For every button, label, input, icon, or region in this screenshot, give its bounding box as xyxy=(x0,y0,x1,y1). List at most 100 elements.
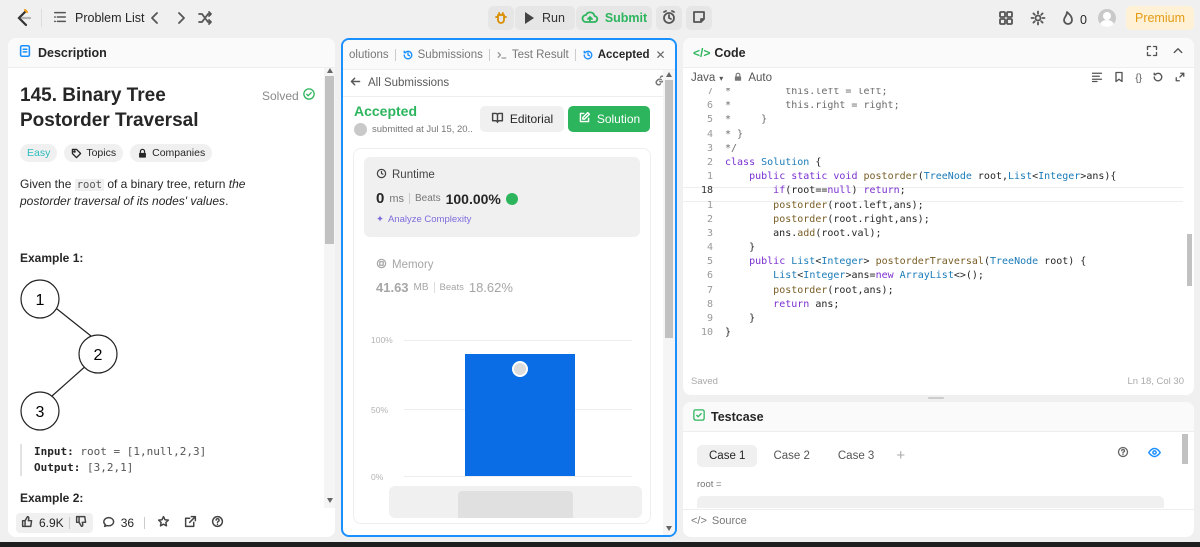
scroll-down-arrow xyxy=(666,526,672,531)
description-header: Description xyxy=(8,38,335,68)
tree-node-label: 3 xyxy=(36,404,45,421)
tab-code[interactable]: Code xyxy=(714,46,745,60)
taskbar-edge xyxy=(0,542,1200,547)
streak-count: 0 xyxy=(1080,12,1087,27)
clock-icon xyxy=(376,168,387,182)
alarm-button[interactable] xyxy=(656,6,682,30)
tab-label: Test Result xyxy=(511,48,569,61)
chevron-up-icon[interactable] xyxy=(1172,45,1184,60)
tab-testcase[interactable]: Testcase xyxy=(711,410,764,424)
submission-scrollbar[interactable] xyxy=(663,70,675,535)
runtime-unit: ms xyxy=(389,192,405,205)
line-number: 8 xyxy=(706,298,713,310)
line-number: 2 xyxy=(706,156,713,168)
scrollbar-thumb[interactable] xyxy=(665,80,673,338)
line-number: 5 xyxy=(706,256,713,268)
input-label: Input: xyxy=(34,445,74,458)
memory-icon xyxy=(376,258,387,272)
code-toolbar: Java ▾ Auto {} xyxy=(683,68,1194,88)
analyze-label: Analyze Complexity xyxy=(387,214,472,225)
editorial-button[interactable]: Editorial xyxy=(480,106,564,132)
case-3-tab[interactable]: Case 3 xyxy=(826,445,886,467)
runtime-stats: 0 ms Beats 100.00% xyxy=(376,190,518,207)
thumbs-down-icon[interactable] xyxy=(75,515,88,531)
leetcode-logo[interactable] xyxy=(14,8,34,28)
resize-handle[interactable] xyxy=(928,397,944,399)
root-input-field[interactable] xyxy=(697,496,1164,508)
terminal-icon xyxy=(497,51,507,59)
submission-tabs: olutions Submissions Test Result Accepte… xyxy=(343,40,675,70)
next-problem-icon[interactable] xyxy=(173,10,189,29)
saved-status: Saved xyxy=(691,376,718,387)
scrollbar-thumb[interactable] xyxy=(1182,434,1188,464)
debug-button[interactable] xyxy=(488,6,514,30)
case-1-tab[interactable]: Case 1 xyxy=(697,444,758,467)
runtime-card[interactable]: Runtime 0 ms Beats 100.00% ✦ Analyze Com… xyxy=(364,157,640,237)
code-scrollbar[interactable] xyxy=(1185,88,1194,338)
help-icon[interactable] xyxy=(1117,446,1129,461)
chevron-down-icon[interactable]: ▾ xyxy=(719,74,723,83)
tab-label: Accepted xyxy=(597,48,650,61)
premium-button[interactable]: Premium xyxy=(1126,6,1194,30)
source-link[interactable]: </> Source xyxy=(691,515,747,527)
description-scrollbar[interactable] xyxy=(324,68,335,508)
code-editor[interactable]: 7 6 5 4 3 2 1 18 1 2 3 4 5 6 7 8 9 10 * this.left = left;… xyxy=(683,88,1183,338)
prev-problem-icon[interactable] xyxy=(147,10,163,29)
thumbs-up-icon[interactable] xyxy=(21,515,34,531)
streak-counter[interactable]: 0 xyxy=(1060,10,1087,29)
runtime-distribution-bar[interactable] xyxy=(465,354,575,476)
flame-icon xyxy=(1060,10,1076,29)
analyze-complexity-link[interactable]: ✦ Analyze Complexity xyxy=(376,214,471,225)
autocomplete-mode[interactable]: Auto xyxy=(748,72,772,84)
divider xyxy=(68,516,70,529)
comments-button[interactable]: 36 xyxy=(102,515,134,531)
tab-submissions[interactable]: Submissions xyxy=(396,49,489,61)
chart-tick-50: 50% xyxy=(371,405,389,415)
problem-statement: Given the root of a binary tree, return … xyxy=(20,176,290,209)
problem-list-button[interactable]: Problem List xyxy=(53,9,144,27)
settings-gear-icon[interactable] xyxy=(1030,10,1046,29)
chart-scrubber[interactable] xyxy=(389,486,642,518)
notes-button[interactable] xyxy=(686,6,712,30)
shuffle-icon[interactable] xyxy=(197,10,213,29)
expand-icon[interactable] xyxy=(1174,71,1186,86)
maximize-icon[interactable] xyxy=(1146,45,1158,60)
braces-icon[interactable]: {} xyxy=(1135,73,1142,84)
testcase-scrollbar[interactable] xyxy=(1181,432,1190,508)
topics-tag[interactable]: Topics xyxy=(64,144,124,162)
language-select[interactable]: Java xyxy=(691,72,715,84)
bookmark-icon[interactable] xyxy=(1113,71,1125,86)
memory-card[interactable]: Memory 41.63 MB Beats 18.62% xyxy=(364,247,640,305)
scrollbar-thumb[interactable] xyxy=(325,76,334,244)
star-icon[interactable] xyxy=(157,515,170,531)
format-icon[interactable] xyxy=(1091,71,1103,86)
add-case-icon[interactable]: + xyxy=(890,442,911,469)
all-submissions-link[interactable]: All Submissions xyxy=(349,72,669,94)
share-icon[interactable] xyxy=(184,515,197,531)
reset-icon[interactable] xyxy=(1152,71,1164,86)
checkbox-icon xyxy=(693,409,705,424)
divider xyxy=(144,516,146,529)
layout-icon[interactable] xyxy=(998,10,1014,29)
close-tab-icon[interactable]: ✕ xyxy=(656,48,666,62)
scrubber-window[interactable] xyxy=(458,491,573,518)
solution-button[interactable]: Solution xyxy=(568,106,650,132)
topics-label: Topics xyxy=(86,147,117,159)
tab-test-result[interactable]: Test Result xyxy=(490,49,575,61)
case-2-tab[interactable]: Case 2 xyxy=(761,445,821,467)
eye-icon[interactable] xyxy=(1148,446,1161,462)
tab-solutions[interactable]: olutions xyxy=(349,49,395,61)
history-icon xyxy=(403,50,412,59)
companies-tag[interactable]: Companies xyxy=(130,144,213,162)
scrollbar-thumb[interactable] xyxy=(1187,234,1192,286)
divider xyxy=(683,509,1194,510)
submitted-time: submitted at Jul 15, 20.. xyxy=(372,124,473,135)
tab-description[interactable]: Description xyxy=(38,46,107,60)
help-icon[interactable] xyxy=(211,515,224,531)
testcase-header: Testcase xyxy=(683,402,1194,432)
run-button[interactable]: Run xyxy=(515,6,575,30)
tab-accepted[interactable]: Accepted xyxy=(576,49,656,61)
tree-node-label: 2 xyxy=(94,347,103,364)
submit-button[interactable]: Submit xyxy=(576,6,652,30)
avatar[interactable] xyxy=(1098,9,1116,27)
